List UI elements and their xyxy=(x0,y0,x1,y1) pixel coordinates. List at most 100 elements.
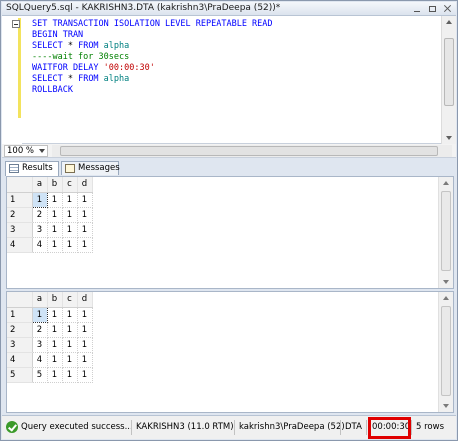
scroll-thumb[interactable] xyxy=(444,38,454,106)
row-number[interactable]: 2 xyxy=(7,322,33,338)
code-token: * xyxy=(62,74,79,84)
scroll-up-icon[interactable] xyxy=(443,181,449,185)
column-header[interactable]: a xyxy=(32,292,48,308)
table-cell[interactable]: 1 xyxy=(62,352,78,368)
table-cell[interactable]: 1 xyxy=(77,322,93,338)
table-cell[interactable]: 1 xyxy=(62,192,78,208)
table-cell[interactable]: 1 xyxy=(47,322,63,338)
table-cell[interactable]: 1 xyxy=(62,222,78,238)
table-row[interactable]: 11111 xyxy=(7,191,93,208)
editor-vertical-scrollbar[interactable] xyxy=(441,16,456,144)
row-number[interactable]: 1 xyxy=(7,192,33,208)
table-cell[interactable]: 1 xyxy=(62,337,78,353)
table-row[interactable]: 33111 xyxy=(7,222,93,238)
code-line[interactable]: SET TRANSACTION ISOLATION LEVEL REPEATAB… xyxy=(32,19,273,30)
row-number[interactable]: 2 xyxy=(7,207,33,223)
table-cell[interactable]: 1 xyxy=(77,307,93,323)
table-cell[interactable]: 1 xyxy=(77,352,93,368)
code-line[interactable]: SELECT * FROM alpha xyxy=(32,41,273,52)
column-header[interactable]: c xyxy=(62,177,78,193)
column-header[interactable]: b xyxy=(47,177,63,193)
table-row[interactable]: 22111 xyxy=(7,322,93,338)
table-cell[interactable]: 1 xyxy=(47,207,63,223)
scroll-down-icon[interactable] xyxy=(446,136,452,140)
results-table[interactable]: abcd11111221113311144111 xyxy=(7,177,93,253)
column-header[interactable]: d xyxy=(77,292,93,308)
table-row[interactable]: 22111 xyxy=(7,207,93,223)
result-grid-2[interactable]: abcd1111122111331114411155111 xyxy=(6,291,454,413)
editor-horizontal-scrollbar[interactable] xyxy=(52,145,452,157)
table-row[interactable]: 55111 xyxy=(7,367,93,383)
table-cell[interactable]: 2 xyxy=(32,322,48,338)
tab-results[interactable]: Results xyxy=(5,161,59,176)
table-cell[interactable]: 1 xyxy=(47,192,63,208)
scroll-up-icon[interactable] xyxy=(446,20,452,24)
row-number[interactable]: 4 xyxy=(7,237,33,253)
code-line[interactable]: SELECT * FROM alpha xyxy=(32,74,273,85)
zoom-dropdown[interactable]: 100 % xyxy=(4,145,48,157)
table-row[interactable]: 44111 xyxy=(7,237,93,253)
code-line[interactable]: ROLLBACK xyxy=(32,85,273,96)
chevron-down-icon[interactable] xyxy=(39,149,45,153)
grid-vertical-scrollbar[interactable] xyxy=(438,292,453,412)
table-cell[interactable]: 1 xyxy=(62,207,78,223)
table-row[interactable]: 33111 xyxy=(7,337,93,353)
table-cell[interactable]: 1 xyxy=(62,322,78,338)
table-cell[interactable]: 1 xyxy=(47,337,63,353)
row-number[interactable]: 3 xyxy=(7,337,33,353)
table-row[interactable]: 11111 xyxy=(7,306,93,323)
table-cell[interactable]: 2 xyxy=(32,207,48,223)
row-number[interactable]: 3 xyxy=(7,222,33,238)
scroll-down-icon[interactable] xyxy=(443,280,449,284)
scroll-thumb[interactable] xyxy=(60,146,438,156)
table-cell[interactable]: 1 xyxy=(62,367,78,383)
row-number[interactable]: 4 xyxy=(7,352,33,368)
code-line[interactable]: BEGIN TRAN xyxy=(32,30,273,41)
table-cell[interactable]: 1 xyxy=(77,222,93,238)
restore-icon[interactable] xyxy=(428,4,437,13)
table-cell[interactable]: 1 xyxy=(47,222,63,238)
sql-code[interactable]: SET TRANSACTION ISOLATION LEVEL REPEATAB… xyxy=(32,19,273,96)
results-table[interactable]: abcd1111122111331114411155111 xyxy=(7,292,93,383)
code-line[interactable]: WAITFOR DELAY '00:00:30' xyxy=(32,63,273,74)
table-cell[interactable]: 3 xyxy=(32,337,48,353)
query-editor[interactable]: SET TRANSACTION ISOLATION LEVEL REPEATAB… xyxy=(2,16,456,144)
table-cell[interactable]: 1 xyxy=(47,367,63,383)
table-cell[interactable]: 1 xyxy=(47,307,63,323)
row-number[interactable]: 1 xyxy=(7,307,33,323)
column-header[interactable]: d xyxy=(77,177,93,193)
grid-corner[interactable] xyxy=(7,292,33,308)
result-grid-1[interactable]: abcd11111221113311144111 xyxy=(6,176,454,289)
table-row[interactable]: 44111 xyxy=(7,352,93,368)
scroll-thumb[interactable] xyxy=(441,306,451,396)
close-icon[interactable] xyxy=(443,4,452,13)
column-header[interactable]: c xyxy=(62,292,78,308)
column-header[interactable]: a xyxy=(32,177,48,193)
scroll-up-icon[interactable] xyxy=(443,296,449,300)
table-cell[interactable]: 1 xyxy=(47,237,63,253)
table-cell[interactable]: 1 xyxy=(77,192,93,208)
grid-vertical-scrollbar[interactable] xyxy=(438,177,453,288)
minimize-icon[interactable] xyxy=(413,4,422,13)
table-cell[interactable]: 1 xyxy=(62,307,78,323)
table-cell[interactable]: 1 xyxy=(47,352,63,368)
collapse-icon[interactable] xyxy=(12,20,20,28)
column-header[interactable]: b xyxy=(47,292,63,308)
table-cell[interactable]: 1 xyxy=(77,367,93,383)
grid-corner[interactable] xyxy=(7,177,33,193)
table-cell[interactable]: 1 xyxy=(77,237,93,253)
table-cell[interactable]: 5 xyxy=(32,367,48,383)
table-cell[interactable]: 4 xyxy=(32,237,48,253)
tab-messages[interactable]: Messages xyxy=(61,161,120,175)
table-cell[interactable]: 1 xyxy=(77,337,93,353)
scroll-thumb[interactable] xyxy=(441,191,451,271)
table-cell[interactable]: 1 xyxy=(31,306,48,323)
row-number[interactable]: 5 xyxy=(7,367,33,383)
code-line[interactable]: ----wait for 30secs xyxy=(32,52,273,63)
scroll-down-icon[interactable] xyxy=(443,404,449,408)
table-cell[interactable]: 4 xyxy=(32,352,48,368)
table-cell[interactable]: 3 xyxy=(32,222,48,238)
table-cell[interactable]: 1 xyxy=(62,237,78,253)
table-cell[interactable]: 1 xyxy=(77,207,93,223)
table-cell[interactable]: 1 xyxy=(31,191,48,208)
